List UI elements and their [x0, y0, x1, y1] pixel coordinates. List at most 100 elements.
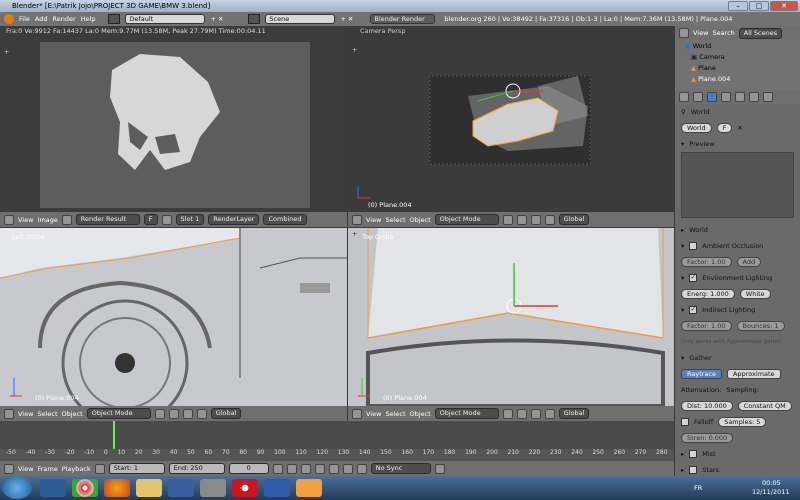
dist-field[interactable]: Dist: 10.000	[681, 401, 733, 411]
media-icon[interactable]	[168, 479, 194, 497]
shading-icon[interactable]	[154, 408, 165, 419]
outliner-item[interactable]: ● World	[685, 42, 800, 53]
clock-time[interactable]: 00:05	[762, 479, 781, 487]
mode-select[interactable]: Object Mode	[434, 408, 499, 419]
close-button[interactable]: ✕	[770, 1, 798, 11]
indirect-checkbox[interactable]: ✓	[689, 306, 698, 314]
manipulator-icon[interactable]	[530, 408, 541, 419]
playback-menu[interactable]: Playback	[62, 465, 91, 473]
view-menu[interactable]: View	[18, 410, 33, 418]
word-icon[interactable]	[264, 479, 290, 497]
blender-logo-icon[interactable]	[4, 14, 14, 24]
shading-icon[interactable]	[502, 214, 513, 225]
slot-select[interactable]: Slot 1	[175, 214, 205, 225]
view-menu[interactable]: View	[693, 29, 708, 37]
scene-tab-icon[interactable]	[693, 92, 703, 102]
stars-checkbox[interactable]	[689, 466, 698, 474]
explorer-icon[interactable]	[136, 479, 162, 497]
constraint-tab-icon[interactable]	[735, 92, 745, 102]
object-menu[interactable]: Object	[410, 216, 431, 224]
orientation-select[interactable]: Global	[558, 214, 590, 225]
preview-range-icon[interactable]	[94, 463, 105, 474]
shading-icon[interactable]	[502, 408, 513, 419]
play-icon[interactable]	[314, 463, 325, 474]
select-menu[interactable]: Select	[385, 216, 405, 224]
current-frame-marker[interactable]	[113, 421, 115, 449]
ao-factor-field[interactable]: Factor: 1.00	[681, 257, 732, 267]
jump-start-icon[interactable]	[272, 463, 283, 474]
object-menu[interactable]: Object	[410, 410, 431, 418]
image-editor[interactable]: Fra:0 Ve:9912 Fa:14437 La:0 Mem:9.77M (1…	[0, 26, 347, 212]
editor-type-icon[interactable]	[352, 408, 362, 419]
image-browse-icon[interactable]	[61, 214, 72, 225]
pass-select[interactable]: Combined	[263, 214, 307, 225]
world-fake-user[interactable]: F	[716, 123, 733, 133]
gather-panel-header[interactable]: ▾ Gather	[675, 350, 800, 366]
strength-field[interactable]: Stren: 0.000	[681, 433, 734, 443]
samples-field[interactable]: Samples: 5	[718, 417, 767, 427]
indirect-bounces-field[interactable]: Bounces: 1	[736, 321, 785, 331]
layer-select[interactable]: RenderLayer	[208, 214, 260, 225]
falloff-checkbox[interactable]	[681, 418, 689, 426]
unlink-icon[interactable]	[161, 214, 172, 225]
world-tab-icon[interactable]	[707, 92, 717, 102]
menu-add[interactable]: Add	[35, 15, 48, 23]
viewport-plus-icon[interactable]: +	[4, 48, 9, 56]
orientation-select[interactable]: Global	[558, 408, 590, 419]
orientation-select[interactable]: Global	[210, 408, 242, 419]
indirect-factor-field[interactable]: Factor: 1.00	[681, 321, 732, 331]
timeline-area[interactable]	[0, 421, 674, 449]
raytrace-button[interactable]: Raytrace	[681, 369, 722, 379]
image-menu[interactable]: Image	[37, 216, 57, 224]
outliner-item[interactable]: ▲ Plane.004	[685, 75, 800, 86]
viewport-plus-icon[interactable]: +	[352, 46, 357, 54]
firefox-icon[interactable]	[104, 479, 130, 497]
unlink-world-icon[interactable]: ✕	[737, 124, 742, 132]
editor-type-icon[interactable]	[4, 408, 14, 419]
menu-help[interactable]: Help	[81, 15, 96, 23]
view-menu[interactable]: View	[366, 410, 381, 418]
frame-menu[interactable]: Frame	[37, 465, 57, 473]
pivot-icon[interactable]	[516, 214, 527, 225]
manipulator-icon[interactable]	[530, 214, 541, 225]
menu-render[interactable]: Render	[52, 15, 75, 23]
preview-panel-header[interactable]: ▾ Preview	[675, 136, 800, 152]
world-name-field[interactable]: World	[681, 123, 712, 133]
outliner-item[interactable]: ▲ Plane	[685, 64, 800, 75]
translate-icon[interactable]	[544, 214, 555, 225]
screen-layout-icon[interactable]	[108, 14, 121, 24]
editor-type-icon[interactable]	[4, 463, 14, 474]
world-panel-header[interactable]: ▸ World	[675, 222, 800, 238]
minimize-button[interactable]: –	[728, 1, 748, 11]
camera-viewport[interactable]: Camera Persp + (0) Plane.004	[348, 26, 674, 212]
render-engine-select[interactable]: Blender Render	[370, 14, 436, 24]
object-tab-icon[interactable]	[721, 92, 731, 102]
translate-icon[interactable]	[544, 408, 555, 419]
ao-mode-select[interactable]: Add	[736, 257, 762, 267]
viewport-plus-icon[interactable]: +	[352, 230, 357, 238]
mist-panel-header[interactable]: ▸ Mist	[675, 446, 800, 462]
view-menu[interactable]: View	[18, 465, 33, 473]
modifier-tab-icon[interactable]	[749, 92, 759, 102]
ie-icon[interactable]	[40, 479, 66, 497]
manipulator-icon[interactable]	[182, 408, 193, 419]
screen-layout-select[interactable]: Default	[125, 14, 206, 24]
material-tab-icon[interactable]	[763, 92, 773, 102]
opera-icon[interactable]	[232, 479, 258, 497]
clock-date[interactable]: 12/11/2011	[752, 488, 789, 496]
editor-type-icon[interactable]	[679, 28, 689, 38]
env-color-select[interactable]: White	[739, 289, 771, 299]
sampling-select[interactable]: Constant QM	[737, 401, 792, 411]
display-mode-select[interactable]: All Scenes	[738, 27, 783, 39]
outliner-item[interactable]: ▣ Camera	[685, 53, 800, 64]
render-tab-icon[interactable]	[679, 92, 689, 102]
fake-user-button[interactable]: F	[143, 214, 158, 225]
image-select[interactable]: Render Result	[75, 214, 140, 225]
prev-key-icon[interactable]	[286, 463, 297, 474]
record-icon[interactable]	[356, 463, 367, 474]
translate-icon[interactable]	[196, 408, 207, 419]
play-reverse-icon[interactable]	[300, 463, 311, 474]
mode-select[interactable]: Object Mode	[86, 408, 151, 419]
view-menu[interactable]: View	[366, 216, 381, 224]
scene-icon[interactable]	[248, 14, 261, 24]
